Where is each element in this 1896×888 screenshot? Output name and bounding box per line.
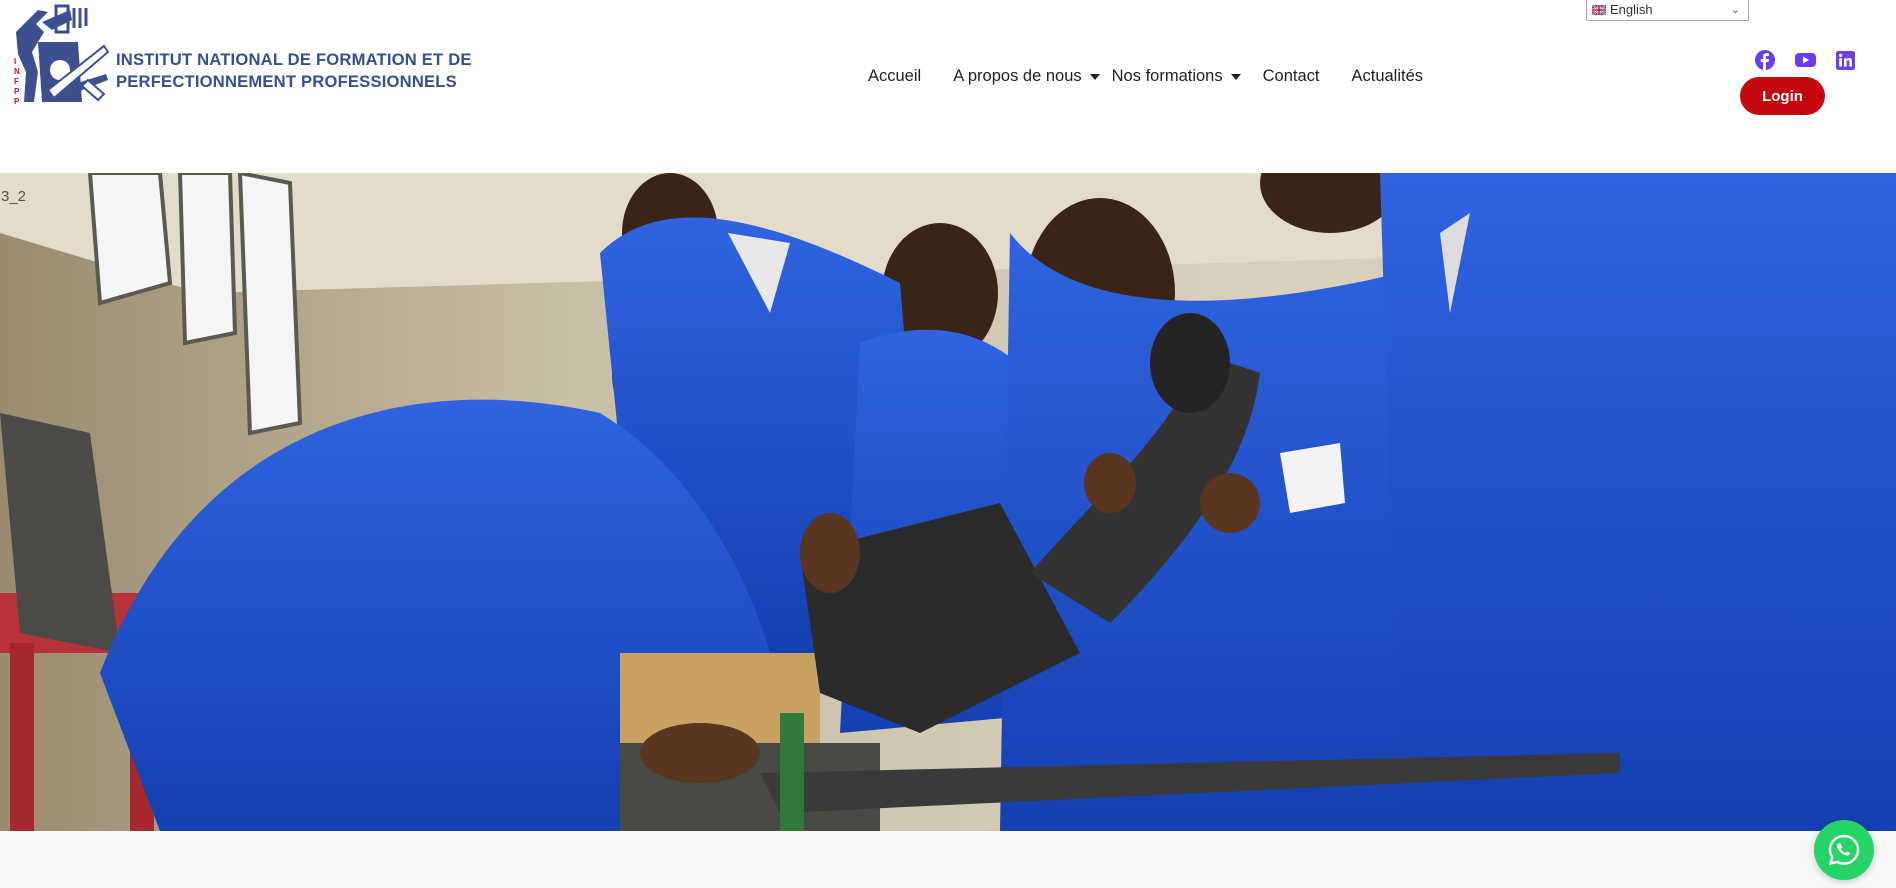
svg-text:I: I [14, 57, 16, 66]
language-select-value: English [1610, 2, 1653, 17]
facebook-icon [1755, 50, 1775, 70]
whatsapp-icon [1828, 834, 1860, 866]
organization-name-line2: PERFECTIONNEMENT PROFESSIONNELS [116, 72, 457, 91]
linkedin-link[interactable] [1834, 49, 1856, 71]
svg-text:N: N [14, 67, 20, 76]
page-content-area [0, 831, 1896, 888]
facebook-link[interactable] [1754, 49, 1776, 71]
youtube-icon [1794, 53, 1816, 67]
organization-name[interactable]: INSTITUT NATIONAL DE FORMATION ET DE PER… [116, 49, 472, 93]
nav-item-a-propos[interactable]: A propos de nous [953, 66, 1100, 86]
login-button[interactable]: Login [1740, 77, 1825, 115]
linkedin-icon [1835, 50, 1855, 70]
site-header: I N F P P INSTITUT NATIONAL DE FORMATION… [0, 0, 1896, 173]
site-logo[interactable]: I N F P P [8, 2, 112, 108]
caret-down-icon [1230, 74, 1241, 80]
workshop-photo [0, 173, 1896, 831]
nav-item-label: Contact [1262, 66, 1320, 85]
whatsapp-button[interactable] [1814, 820, 1874, 880]
hero-caption: 3_2 [1, 188, 27, 205]
svg-text:P: P [14, 97, 20, 106]
nav-item-label: Actualités [1351, 66, 1424, 85]
nav-item-contact[interactable]: Contact [1263, 67, 1320, 86]
nav-item-accueil[interactable]: Accueil [868, 67, 921, 86]
uk-flag-icon [1592, 4, 1606, 15]
organization-name-line1: INSTITUT NATIONAL DE FORMATION ET DE [116, 50, 472, 69]
nav-item-actualites[interactable]: Actualités [1351, 67, 1423, 86]
nav-item-label: A propos de nous [953, 66, 1082, 85]
infpp-emblem-icon: I N F P P [8, 2, 112, 108]
nav-item-label: Accueil [868, 66, 922, 85]
svg-text:P: P [14, 87, 20, 96]
hero-image [0, 173, 1896, 831]
caret-down-icon [1089, 74, 1100, 80]
main-navigation: Accueil A propos de nous Nos formations … [868, 64, 1423, 88]
chevron-down-icon: ⌄ [1730, 4, 1740, 16]
youtube-link[interactable] [1794, 49, 1816, 71]
nav-item-label: Nos formations [1111, 66, 1223, 85]
language-select[interactable]: English ⌄ [1586, 0, 1749, 21]
nav-item-nos-formations[interactable]: Nos formations [1112, 67, 1241, 86]
svg-text:F: F [14, 77, 19, 86]
